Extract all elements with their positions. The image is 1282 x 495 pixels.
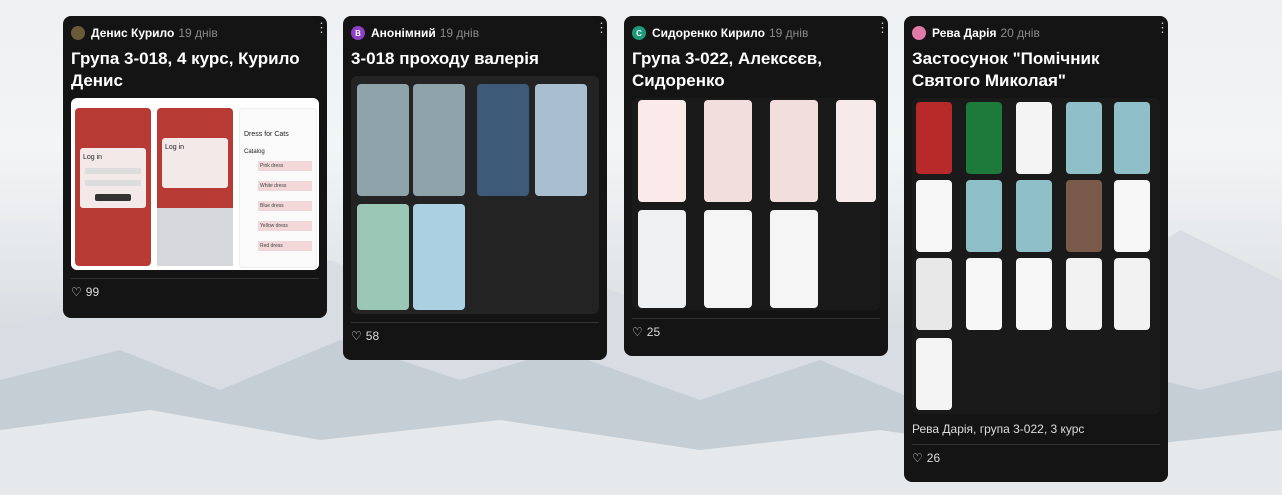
- catalog-item: Pink dress: [258, 161, 312, 171]
- app-screen: [477, 84, 529, 196]
- app-screen-login: Log in: [75, 108, 151, 266]
- post-header: Рева Дарія 20 днів ⋮: [912, 21, 1169, 42]
- app-screen: [966, 180, 1002, 252]
- like-button[interactable]: ♡ 26: [912, 445, 1160, 471]
- post-preview-image[interactable]: [912, 98, 1160, 414]
- post-title: Група 3-022, Алексєєв, Сидоренко: [632, 49, 822, 90]
- app-screen: [1016, 180, 1052, 252]
- author-avatar[interactable]: [71, 26, 85, 40]
- app-screen: [966, 102, 1002, 174]
- dress-title: Dress for Cats: [244, 131, 289, 138]
- catalog-item: Red dress: [258, 241, 312, 251]
- post-caption: Рева Дарія, група 3-022, 3 курс: [912, 422, 1085, 436]
- app-screen-login-keyboard: Log in: [157, 108, 233, 266]
- app-screen: [966, 258, 1002, 330]
- app-screen: [916, 102, 952, 174]
- author-name[interactable]: Анонімний: [371, 26, 436, 40]
- vertical-dots-icon[interactable]: ⋮: [1156, 21, 1169, 34]
- author-avatar[interactable]: [912, 26, 926, 40]
- app-screen-catalog: Dress for Cats Catalog Pink dress White …: [239, 108, 317, 268]
- post-time: 19 днів: [768, 26, 809, 40]
- catalog-item: Yellow dress: [258, 221, 312, 231]
- app-screen: [1016, 102, 1052, 174]
- catalog-label: Catalog: [244, 149, 265, 155]
- author-name[interactable]: Рева Дарія: [932, 26, 997, 40]
- heart-outline-icon: ♡: [912, 451, 923, 465]
- catalog-item: White dress: [258, 181, 312, 191]
- post-time: 20 днів: [1000, 26, 1040, 40]
- app-screen: [357, 204, 409, 310]
- post-preview-image[interactable]: [632, 98, 880, 310]
- app-screen: [836, 100, 876, 202]
- app-screen: [770, 210, 818, 308]
- author-name[interactable]: Сидоренко Кирило: [652, 26, 765, 40]
- vertical-dots-icon[interactable]: ⋮: [876, 21, 889, 34]
- app-screen: [1114, 102, 1150, 174]
- post-card[interactable]: Рева Дарія 20 днів ⋮ Застосунок "Помічни…: [904, 16, 1169, 482]
- app-screen: [638, 210, 686, 308]
- post-preview-image[interactable]: [351, 76, 599, 314]
- catalog-item: Blue dress: [258, 201, 312, 211]
- app-screen: [1114, 180, 1150, 252]
- post-title: Група 3-018, 4 курс, Курило Денис: [71, 49, 300, 90]
- like-button[interactable]: ♡ 99: [71, 279, 319, 305]
- like-button[interactable]: ♡ 25: [632, 319, 880, 345]
- post-header: B Анонімний 19 днів ⋮: [351, 21, 608, 42]
- like-count: 99: [85, 285, 100, 299]
- heart-outline-icon: ♡: [71, 285, 82, 299]
- app-screen: [916, 180, 952, 252]
- app-screen: [413, 204, 465, 310]
- like-count: 26: [926, 451, 941, 465]
- post-title: 3-018 проходу валерія: [351, 49, 539, 68]
- app-screen: [770, 100, 818, 202]
- app-screen: [704, 100, 752, 202]
- post-card[interactable]: B Анонімний 19 днів ⋮ 3-018 проходу вале…: [343, 16, 608, 360]
- post-title: Застосунок "Помічник Святого Миколая": [912, 49, 1100, 90]
- post-header: C Сидоренко Кирило 19 днів ⋮: [632, 21, 889, 42]
- login-label: Log in: [165, 144, 185, 151]
- post-card[interactable]: Денис Курило 19 днів ⋮ Група 3-018, 4 ку…: [63, 16, 328, 318]
- app-screen: [704, 210, 752, 308]
- app-screen: [1016, 258, 1052, 330]
- heart-outline-icon: ♡: [351, 329, 362, 343]
- post-card[interactable]: C Сидоренко Кирило 19 днів ⋮ Група 3-022…: [624, 16, 889, 356]
- app-screen: [1114, 258, 1150, 330]
- author-name[interactable]: Денис Курило: [91, 26, 174, 40]
- like-button[interactable]: ♡ 58: [351, 323, 599, 349]
- post-time: 19 днів: [439, 26, 480, 40]
- app-screen: [1066, 102, 1102, 174]
- app-screen: [1066, 258, 1102, 330]
- app-screen: [916, 338, 952, 410]
- author-avatar[interactable]: B: [351, 26, 365, 40]
- vertical-dots-icon[interactable]: ⋮: [315, 21, 328, 34]
- post-header: Денис Курило 19 днів ⋮: [71, 21, 328, 42]
- app-screen: [916, 258, 952, 330]
- app-screen: [413, 84, 465, 196]
- login-label: Log in: [83, 154, 103, 161]
- post-time: 19 днів: [178, 26, 218, 40]
- app-screen: [357, 84, 409, 196]
- app-screen: [638, 100, 686, 202]
- author-avatar[interactable]: C: [632, 26, 646, 40]
- heart-outline-icon: ♡: [632, 325, 643, 339]
- like-count: 25: [646, 325, 661, 339]
- vertical-dots-icon[interactable]: ⋮: [595, 21, 608, 34]
- like-count: 58: [365, 329, 380, 343]
- app-screen: [535, 84, 587, 196]
- app-screen: [1066, 180, 1102, 252]
- post-preview-image[interactable]: Log in Log in Dress for Cats Catalog Pin…: [71, 98, 319, 270]
